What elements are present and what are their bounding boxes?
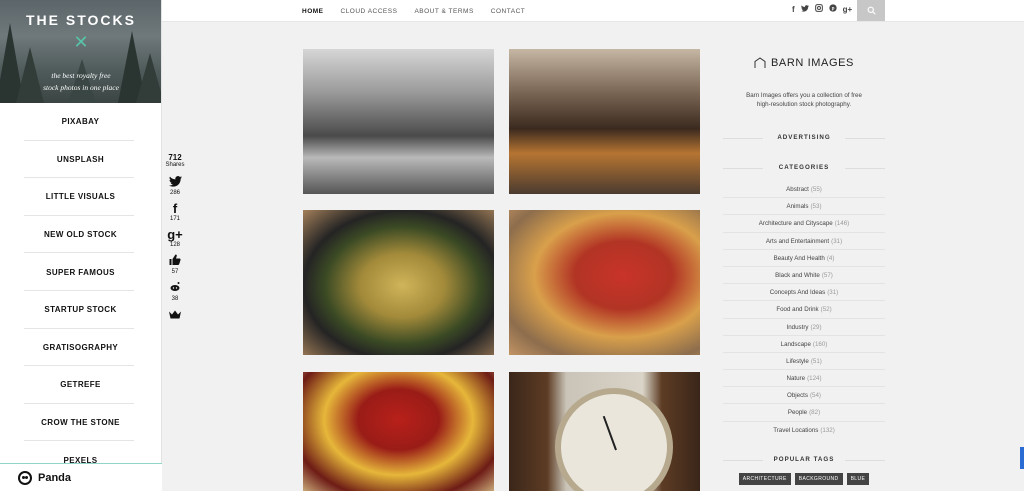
photo-cherry-tomatoes-bowl[interactable]	[303, 372, 494, 491]
twitter-icon[interactable]	[163, 176, 187, 190]
sidebar-item-new-old-stock[interactable]: NEW OLD STOCK	[0, 216, 161, 254]
logo-mark-icon: ✕	[73, 32, 89, 52]
instagram-icon[interactable]	[814, 4, 823, 14]
category-item[interactable]: Arts and Entertainment (31)	[723, 233, 885, 250]
sidebar-item-super-famous[interactable]: SUPER FAMOUS	[0, 253, 161, 291]
top-navbar: HOME CLOUD ACCESS ABOUT & TERMS CONTACT …	[162, 0, 1024, 22]
barn-images-title: BARN IMAGES	[770, 57, 854, 69]
clock-dial	[555, 388, 673, 491]
barn-icon	[754, 57, 766, 68]
category-item[interactable]: Abstract (55)	[723, 181, 885, 199]
stock-site-list: PIXABAY UNSPLASH LITTLE VISUALS NEW OLD …	[0, 103, 161, 479]
right-sidebar: BARN IMAGES Barn Images offers you a col…	[723, 22, 885, 485]
category-item[interactable]: Architecture and Cityscape (146)	[723, 215, 885, 233]
nav-contact[interactable]: CONTACT	[491, 8, 525, 15]
search-icon	[867, 6, 876, 15]
crown-icon[interactable]	[163, 308, 187, 322]
barn-images-description: Barn Images offers you a collection of f…	[746, 92, 862, 108]
sidebar-item-little-visuals[interactable]: LITTLE VISUALS	[0, 178, 161, 216]
category-item[interactable]: Industry (29)	[723, 319, 885, 336]
panda-icon	[18, 470, 32, 485]
category-list: Abstract (55) Animals (53) Architecture an…	[723, 181, 885, 439]
site-tagline: the best royalty free stock photos in on…	[43, 71, 119, 92]
category-item[interactable]: Nature (124)	[723, 370, 885, 388]
share-count-label: Shares	[165, 162, 185, 168]
nav-about-terms[interactable]: ABOUT & TERMS	[414, 8, 473, 15]
twitter-share-count: 286	[169, 190, 180, 196]
facebook-icon[interactable]: f	[792, 5, 795, 14]
sidebar-item-crow-the-stone[interactable]: CROW THE STONE	[0, 404, 161, 442]
category-item[interactable]: Lifestyle (51)	[723, 353, 885, 371]
search-button[interactable]	[857, 0, 885, 21]
popular-tags-heading: POPULAR TAGS	[723, 455, 885, 465]
like-share-count: 57	[171, 269, 179, 275]
categories-heading: CATEGORIES	[723, 163, 885, 173]
category-item[interactable]: Landscape (160)	[723, 336, 885, 353]
nav-cloud-access[interactable]: CLOUD ACCESS	[341, 8, 398, 15]
category-item[interactable]: Black and White (57)	[723, 267, 885, 285]
sidebar-item-getrefe[interactable]: GETREFE	[0, 366, 161, 404]
panda-extension-bar[interactable]: Panda	[0, 463, 162, 491]
reddit-share-count: 38	[171, 296, 179, 302]
tag-architecture[interactable]: ARCHITECTURE	[738, 472, 791, 485]
photo-potato-pan[interactable]	[303, 210, 494, 355]
tag-blue[interactable]: BLUE	[846, 472, 870, 485]
sidebar-item-gratisography[interactable]: GRATISOGRAPHY	[0, 329, 161, 367]
twitter-icon[interactable]	[800, 4, 809, 14]
photo-espresso-color[interactable]	[509, 49, 700, 194]
site-logo[interactable]: THE STOCKS	[0, 12, 161, 28]
photo-espresso-bw[interactable]	[303, 49, 494, 194]
sidebar-item-pixabay[interactable]: PIXABAY	[0, 103, 161, 141]
facebook-share-count: 171	[169, 216, 180, 222]
scroll-edge-tab[interactable]	[1020, 447, 1024, 469]
thumbs-up-icon[interactable]	[163, 254, 187, 269]
facebook-icon[interactable]: f	[163, 202, 187, 216]
advertising-heading: ADVERTISING	[723, 133, 885, 143]
main-menu: HOME CLOUD ACCESS ABOUT & TERMS CONTACT	[302, 0, 542, 22]
photo-clock[interactable]	[509, 372, 700, 491]
googleplus-icon[interactable]: g+	[843, 5, 853, 14]
category-item[interactable]: Food and Drink (52)	[723, 301, 885, 319]
sidebar-item-unsplash[interactable]: UNSPLASH	[0, 141, 161, 179]
svg-text:p: p	[831, 6, 834, 11]
category-item[interactable]: People (82)	[723, 404, 885, 422]
category-item[interactable]: Travel Locations (132)	[723, 422, 885, 439]
social-links: f p g+	[792, 0, 858, 18]
share-count: 712	[168, 153, 182, 162]
reddit-icon[interactable]	[163, 281, 187, 296]
googleplus-share-count: 128	[169, 242, 180, 248]
photo-tomatoes-arugula[interactable]	[509, 210, 700, 355]
googleplus-icon[interactable]: g+	[163, 228, 187, 242]
tag-list: ARCHITECTURE BACKGROUND BLUE	[723, 472, 885, 485]
left-sidebar: THE STOCKS ✕ the best royalty free stock…	[0, 0, 162, 491]
sidebar-item-startup-stock[interactable]: STARTUP STOCK	[0, 291, 161, 329]
tag-background[interactable]: BACKGROUND	[794, 472, 843, 485]
brand-hero[interactable]: THE STOCKS ✕ the best royalty free stock…	[0, 0, 161, 103]
nav-home[interactable]: HOME	[302, 8, 324, 15]
category-item[interactable]: Concepts And Ideas (31)	[723, 284, 885, 302]
category-item[interactable]: Beauty And Health (4)	[723, 250, 885, 267]
pinterest-icon[interactable]: p	[829, 4, 837, 14]
category-item[interactable]: Objects (54)	[723, 387, 885, 405]
category-item[interactable]: Animals (53)	[723, 198, 885, 216]
panda-label: Panda	[38, 471, 72, 484]
share-bar: 712 Shares 286 f 171 g+ 128 57 38	[163, 153, 187, 322]
barn-images-brand[interactable]: BARN IMAGES	[723, 57, 885, 69]
